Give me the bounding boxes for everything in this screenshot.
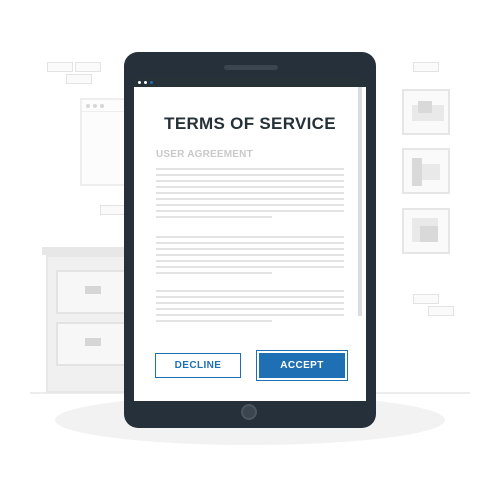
wall-frame	[402, 148, 450, 194]
paragraph	[156, 290, 344, 330]
wall-brick	[47, 62, 73, 72]
window-dot	[100, 104, 104, 108]
text-line	[156, 254, 344, 256]
drawer-handle	[85, 286, 101, 294]
text-line	[156, 320, 272, 322]
text-line	[156, 314, 344, 316]
tablet-screen: TERMS OF SERVICE USER AGREEMENT DECLINE …	[134, 78, 366, 401]
home-button[interactable]	[241, 404, 257, 420]
frame-art	[412, 158, 422, 186]
frame-art	[422, 164, 440, 180]
wall-brick	[75, 62, 101, 72]
accept-button[interactable]: ACCEPT	[259, 353, 345, 378]
page-title: TERMS OF SERVICE	[164, 114, 336, 133]
cabinet-drawer	[56, 322, 132, 366]
status-bar	[134, 78, 366, 87]
window-divider	[82, 111, 126, 112]
window-dot	[93, 104, 97, 108]
text-line	[156, 296, 344, 298]
wall-frame	[402, 89, 450, 135]
wall-window	[80, 98, 128, 186]
paragraph	[156, 168, 344, 228]
status-dot	[138, 81, 141, 84]
wall-brick	[428, 306, 454, 316]
text-line	[156, 236, 344, 238]
wall-frame	[402, 208, 450, 254]
text-line	[156, 204, 344, 206]
accept-button-frame: ACCEPT	[256, 350, 348, 381]
text-line	[156, 248, 344, 250]
tablet-device: TERMS OF SERVICE USER AGREEMENT DECLINE …	[124, 52, 376, 428]
text-line	[156, 180, 344, 182]
frame-art	[420, 226, 438, 242]
illustration: TERMS OF SERVICE USER AGREEMENT DECLINE …	[0, 0, 500, 500]
wall-brick	[100, 205, 126, 215]
frame-art	[418, 101, 432, 113]
cabinet-drawer	[56, 270, 132, 314]
text-line	[156, 266, 344, 268]
text-line	[156, 198, 344, 200]
wall-brick	[413, 62, 439, 72]
wall-brick	[413, 294, 439, 304]
text-line	[156, 290, 344, 292]
window-dot	[86, 104, 90, 108]
tablet-speaker	[224, 65, 278, 70]
text-line	[156, 168, 344, 170]
paragraph	[156, 236, 344, 286]
text-line	[156, 192, 344, 194]
page-subtitle: USER AGREEMENT	[156, 149, 253, 160]
text-line	[156, 216, 272, 218]
decline-button[interactable]: DECLINE	[155, 353, 241, 378]
text-line	[156, 242, 344, 244]
text-line	[156, 174, 344, 176]
drawer-handle	[85, 338, 101, 346]
text-line	[156, 272, 272, 274]
text-line	[156, 302, 344, 304]
wall-brick	[66, 74, 92, 84]
status-dot	[144, 81, 147, 84]
text-line	[156, 260, 344, 262]
status-dot	[150, 81, 153, 84]
text-line	[156, 308, 344, 310]
text-line	[156, 186, 344, 188]
text-line	[156, 210, 344, 212]
